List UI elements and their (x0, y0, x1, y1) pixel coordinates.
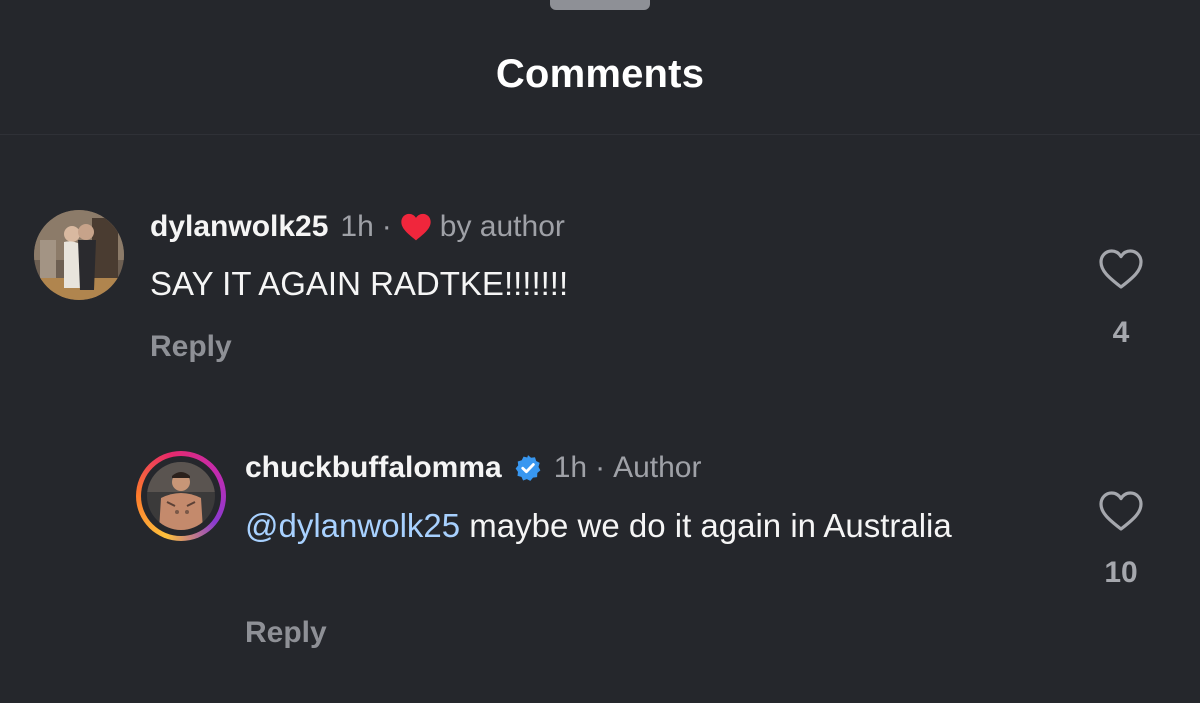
timestamp: 1h (340, 210, 374, 243)
comment-text-content: maybe we do it again in Australia (460, 507, 952, 544)
heart-outline-icon[interactable] (1098, 248, 1144, 290)
meta-separator: · (595, 451, 606, 484)
comment-text: @dylanwolk25 maybe we do it again in Aus… (245, 504, 1005, 548)
story-ring[interactable] (136, 451, 226, 541)
page-title: Comments (495, 52, 705, 96)
comment-text: SAY IT AGAIN RADTKE!!!!!!! (150, 265, 569, 302)
reply-button[interactable]: Reply (150, 330, 232, 364)
profile-photo-icon (147, 462, 215, 530)
username[interactable]: dylanwolk25 (150, 210, 328, 244)
like-count: 10 (1104, 556, 1138, 589)
heart-filled-icon (401, 213, 431, 241)
avatar[interactable] (34, 210, 124, 300)
profile-photo-icon (34, 210, 124, 300)
like-count: 4 (1112, 316, 1130, 349)
verified-badge-icon (515, 455, 541, 481)
heart-outline-icon[interactable] (1098, 490, 1144, 532)
meta-separator: · (381, 210, 392, 243)
mention-link[interactable]: @dylanwolk25 (245, 507, 460, 544)
comments-sheet: Comments dylanwolk25 1h · by author SAY … (0, 0, 1200, 703)
comments-header: Comments (0, 0, 1200, 135)
author-label: Author (613, 451, 702, 484)
avatar[interactable] (147, 462, 215, 530)
username[interactable]: chuckbuffalomma (245, 451, 502, 485)
liked-by-author-label: by author (439, 210, 565, 243)
comment-meta: dylanwolk25 1h · by author (150, 210, 565, 244)
reply-button[interactable]: Reply (245, 616, 327, 650)
timestamp: 1h (553, 451, 588, 484)
comment-meta: chuckbuffalomma 1h · Author (245, 451, 701, 485)
